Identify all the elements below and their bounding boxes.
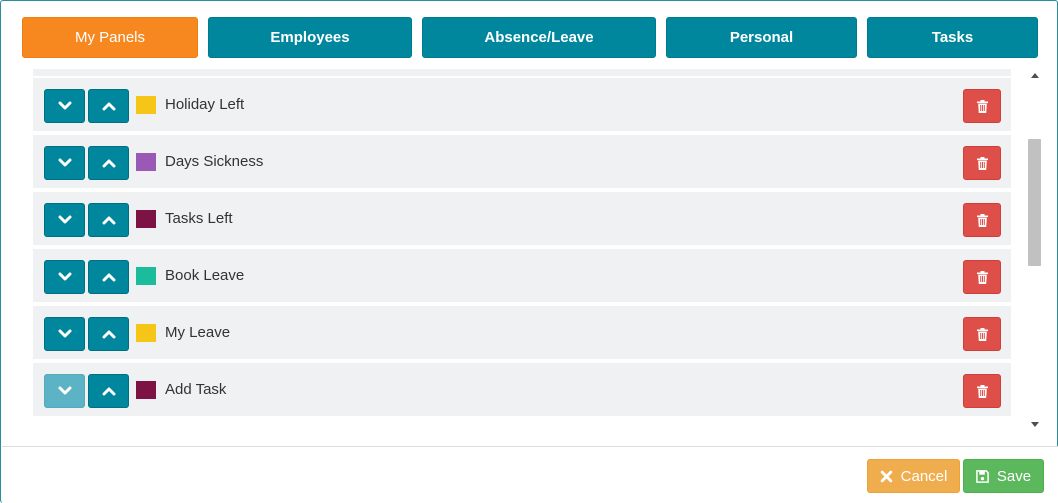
move-up-button[interactable] <box>88 146 129 180</box>
chevron-down-icon <box>58 215 72 225</box>
panel-color-swatch <box>136 96 156 114</box>
chevron-down-icon <box>58 386 72 396</box>
floppy-disk-icon <box>976 469 989 483</box>
panel-label: Holiday Left <box>165 96 245 113</box>
chevron-down-icon <box>58 272 72 282</box>
move-up-button[interactable] <box>88 317 129 351</box>
times-icon <box>880 470 892 482</box>
panel-color-swatch <box>136 381 156 399</box>
delete-button[interactable] <box>963 146 1001 180</box>
tab-label: Absence/Leave <box>484 29 594 46</box>
chevron-down-icon <box>58 329 72 339</box>
scrollbar[interactable] <box>1026 67 1043 433</box>
list-item: Holiday Left <box>33 78 1011 133</box>
move-down-button[interactable] <box>44 89 85 123</box>
cancel-label: Cancel <box>900 467 948 485</box>
move-down-button <box>44 374 85 408</box>
chevron-up-icon <box>102 386 116 396</box>
move-up-button[interactable] <box>88 203 129 237</box>
delete-button[interactable] <box>963 203 1001 237</box>
chevron-up-icon <box>102 215 116 225</box>
delete-button[interactable] <box>963 260 1001 294</box>
list-item: Add Task <box>33 363 1011 418</box>
save-button[interactable]: Save <box>963 459 1044 493</box>
dialog: My Panels Employees Absence/Leave Person… <box>0 0 1058 503</box>
trash-icon <box>976 327 988 341</box>
scroll-up-arrow[interactable] <box>1026 67 1043 84</box>
panel-label: Days Sickness <box>165 153 264 170</box>
trash-icon <box>976 99 988 113</box>
panel-color-swatch <box>136 324 156 342</box>
chevron-up-icon <box>102 101 116 111</box>
delete-button[interactable] <box>963 374 1001 408</box>
dialog-footer: Cancel Save <box>2 446 1058 503</box>
tab-my-panels[interactable]: My Panels <box>22 17 198 58</box>
move-down-button[interactable] <box>44 260 85 294</box>
list-item: Days Sickness <box>33 135 1011 190</box>
chevron-down-icon <box>58 101 72 111</box>
tab-label: Employees <box>270 29 350 46</box>
tab-label: My Panels <box>74 29 146 46</box>
tab-tasks[interactable]: Tasks <box>867 17 1038 58</box>
scroll-down-arrow[interactable] <box>1026 416 1043 433</box>
scrollbar-thumb[interactable] <box>1028 139 1041 266</box>
chevron-up-icon <box>102 272 116 282</box>
panel-label: Add Task <box>165 381 227 398</box>
list-item: My Leave <box>33 306 1011 361</box>
move-up-button[interactable] <box>88 260 129 294</box>
list-item-partial <box>33 69 1011 76</box>
tab-label: Personal <box>729 29 794 46</box>
move-down-button[interactable] <box>44 317 85 351</box>
cancel-button[interactable]: Cancel <box>867 459 960 493</box>
panel-color-swatch <box>136 267 156 285</box>
delete-button[interactable] <box>963 317 1001 351</box>
move-up-button[interactable] <box>88 89 129 123</box>
panel-label: Book Leave <box>165 267 245 284</box>
chevron-up-icon <box>102 158 116 168</box>
tab-absence-leave[interactable]: Absence/Leave <box>422 17 656 58</box>
move-down-button[interactable] <box>44 146 85 180</box>
panel-list[interactable]: Holiday Left Days Sickness Tasks Left Book … <box>33 69 1011 418</box>
trash-icon <box>976 156 988 170</box>
tab-personal[interactable]: Personal <box>666 17 857 58</box>
tab-label: Tasks <box>931 29 974 46</box>
delete-button[interactable] <box>963 89 1001 123</box>
save-label: Save <box>996 467 1032 485</box>
move-down-button[interactable] <box>44 203 85 237</box>
chevron-down-icon <box>58 158 72 168</box>
move-up-button[interactable] <box>88 374 129 408</box>
panel-label: Tasks Left <box>165 210 233 227</box>
trash-icon <box>976 270 988 284</box>
trash-icon <box>976 213 988 227</box>
panel-label: My Leave <box>165 324 231 341</box>
tab-employees[interactable]: Employees <box>208 17 412 58</box>
panel-color-swatch <box>136 153 156 171</box>
list-item: Book Leave <box>33 249 1011 304</box>
trash-icon <box>976 384 988 398</box>
chevron-up-icon <box>102 329 116 339</box>
panel-color-swatch <box>136 210 156 228</box>
list-item: Tasks Left <box>33 192 1011 247</box>
